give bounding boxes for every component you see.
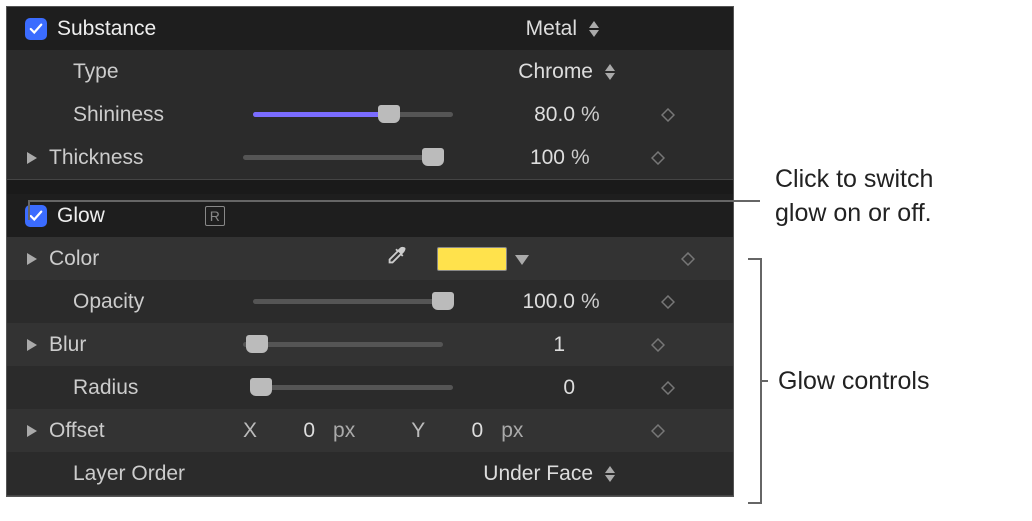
stepper-icon	[589, 21, 599, 37]
layer-order-label: Layer Order	[73, 462, 253, 486]
blur-keyframe[interactable]	[613, 338, 703, 352]
stepper-icon	[605, 466, 615, 482]
shininess-value-field[interactable]: 80.0 %	[453, 103, 623, 127]
shininess-unit: %	[581, 103, 615, 127]
opacity-keyframe[interactable]	[623, 295, 713, 309]
color-row: Color	[7, 237, 733, 280]
glow-section: Glow R Color Opacity	[7, 194, 733, 496]
offset-disclosure[interactable]	[25, 425, 39, 437]
color-label: Color	[49, 247, 229, 271]
color-chevron-down-icon[interactable]	[515, 247, 529, 271]
radius-value-field[interactable]: 0	[453, 376, 623, 400]
layer-order-value: Under Face	[483, 462, 593, 486]
offset-x-value[interactable]: 0	[275, 419, 315, 443]
thickness-keyframe[interactable]	[613, 151, 703, 165]
radius-row: Radius 0	[7, 366, 733, 409]
offset-y-label: Y	[411, 419, 425, 443]
callout-line	[28, 200, 760, 202]
radius-keyframe[interactable]	[623, 381, 713, 395]
opacity-value-field[interactable]: 100.0 %	[453, 290, 623, 314]
offset-label: Offset	[49, 419, 229, 443]
offset-y-unit: px	[501, 419, 523, 443]
shininess-slider[interactable]	[253, 93, 453, 136]
opacity-unit: %	[581, 290, 615, 314]
inspector-panel: Substance Metal Type Chrome	[6, 6, 734, 497]
thickness-unit: %	[571, 146, 605, 170]
substance-section: Substance Metal Type Chrome	[7, 7, 733, 180]
thickness-slider[interactable]	[243, 136, 443, 179]
opacity-label: Opacity	[73, 290, 253, 314]
blur-disclosure[interactable]	[25, 339, 39, 351]
layer-order-row: Layer Order Under Face	[7, 452, 733, 495]
opacity-row: Opacity 100.0 %	[7, 280, 733, 323]
thickness-value: 100	[530, 146, 565, 170]
stepper-icon	[605, 64, 615, 80]
blur-slider[interactable]	[243, 323, 443, 366]
substance-popup-value: Metal	[526, 17, 577, 41]
radius-label: Radius	[73, 376, 253, 400]
color-disclosure[interactable]	[25, 253, 39, 265]
radius-slider[interactable]	[253, 366, 453, 409]
opacity-slider[interactable]	[253, 280, 453, 323]
thickness-disclosure[interactable]	[25, 152, 39, 164]
type-popup[interactable]: Chrome	[453, 60, 623, 84]
annotation-controls: Glow controls	[778, 365, 929, 399]
substance-checkbox[interactable]	[25, 18, 47, 40]
glow-label: Glow	[57, 204, 105, 228]
offset-row: Offset X 0 px Y 0 px	[7, 409, 733, 452]
offset-x-unit: px	[333, 419, 355, 443]
substance-popup[interactable]: Metal	[437, 17, 607, 41]
blur-row: Blur 1	[7, 323, 733, 366]
thickness-value-field[interactable]: 100 %	[443, 146, 613, 170]
blur-value: 1	[553, 333, 565, 357]
reset-icon[interactable]: R	[205, 206, 225, 226]
type-label: Type	[73, 60, 253, 84]
thickness-row: Thickness 100 %	[7, 136, 733, 179]
offset-x-label: X	[243, 419, 257, 443]
shininess-keyframe[interactable]	[623, 108, 713, 122]
offset-keyframe[interactable]	[613, 424, 703, 438]
blur-label: Blur	[49, 333, 229, 357]
blur-value-field[interactable]: 1	[443, 333, 613, 357]
type-popup-value: Chrome	[518, 60, 593, 84]
type-row: Type Chrome	[7, 50, 733, 93]
opacity-value: 100.0	[522, 290, 575, 314]
eyedropper-icon[interactable]	[385, 245, 407, 273]
annotation-toggle: Click to switch glow on or off.	[775, 163, 933, 231]
substance-label: Substance	[57, 17, 237, 41]
color-swatch[interactable]	[437, 247, 507, 271]
callout-line	[28, 200, 30, 220]
color-keyframe[interactable]	[643, 252, 733, 266]
shininess-row: Shininess 80.0 %	[7, 93, 733, 136]
offset-y-value[interactable]: 0	[443, 419, 483, 443]
radius-value: 0	[563, 376, 575, 400]
bracket	[748, 258, 762, 504]
shininess-label: Shininess	[73, 103, 253, 127]
layer-order-popup[interactable]: Under Face	[453, 462, 623, 486]
shininess-value: 80.0	[534, 103, 575, 127]
callout-line	[762, 380, 768, 382]
thickness-label: Thickness	[49, 146, 229, 170]
substance-header-row: Substance Metal	[7, 7, 733, 50]
